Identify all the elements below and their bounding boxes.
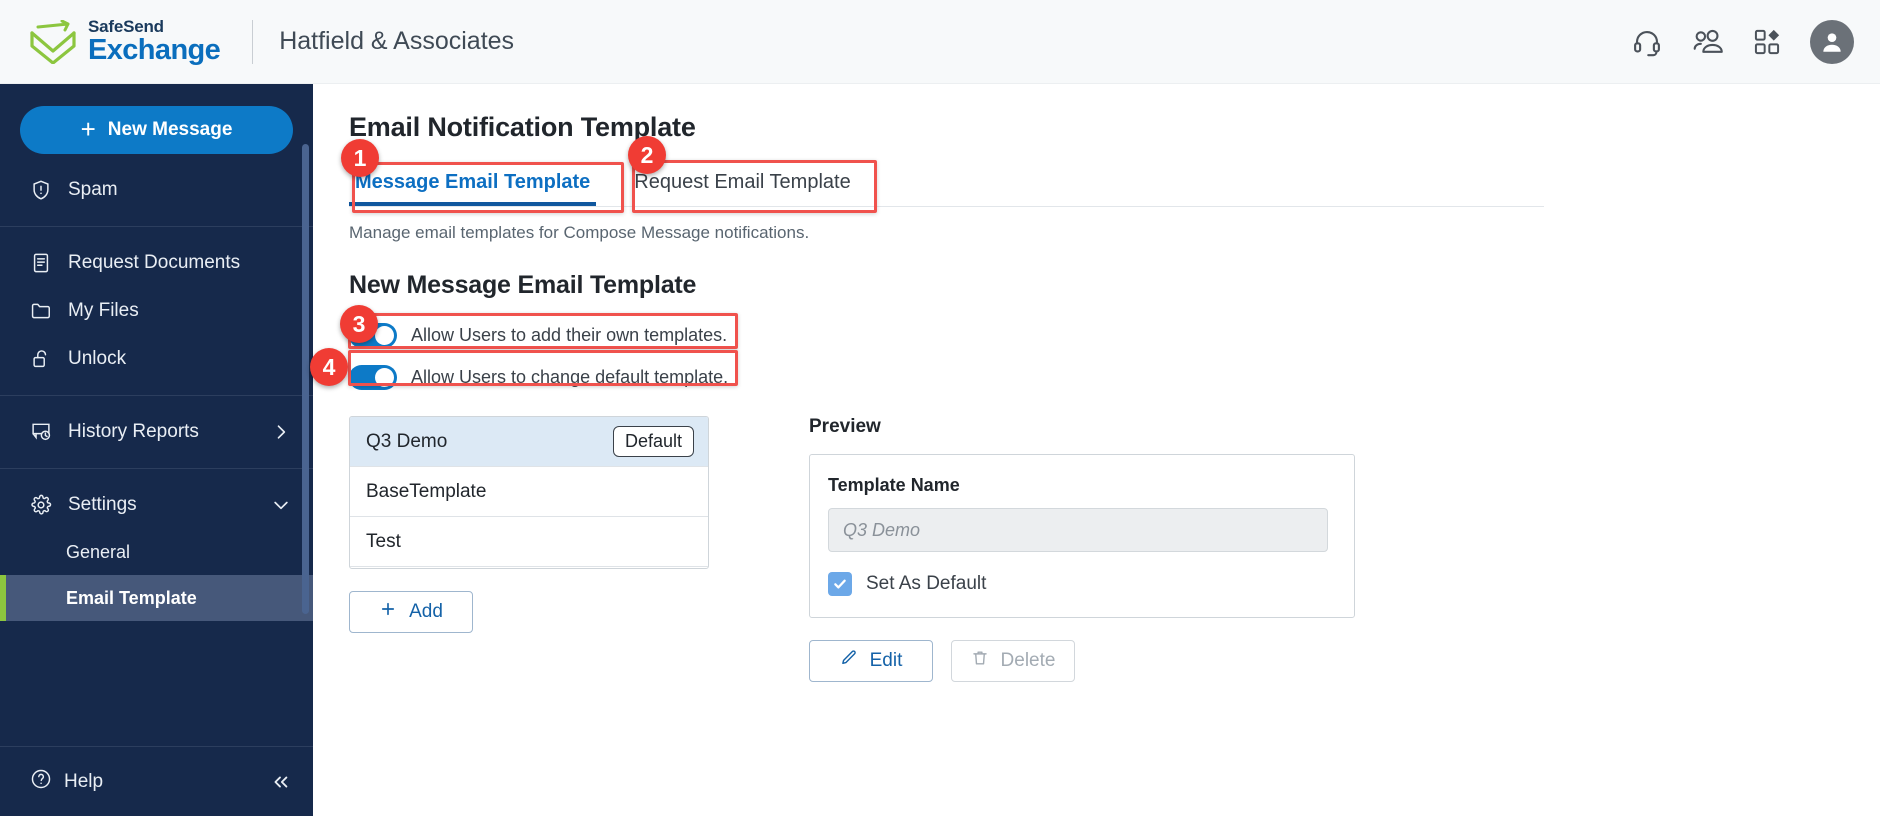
toggle-row-change-default-template: Allow Users to change default template. — [349, 360, 1880, 394]
sidebar-item-label: My Files — [68, 300, 139, 321]
sidebar-item-history-reports[interactable]: History Reports — [0, 408, 313, 456]
brand-logo[interactable]: SafeSend Exchange — [0, 17, 221, 66]
sidebar-help-label: Help — [64, 770, 104, 792]
apps-grid-icon[interactable] — [1750, 25, 1784, 59]
left-sidebar: + New Message Spam Request Documents My … — [0, 84, 313, 816]
preview-title: Preview — [809, 416, 881, 437]
header-actions — [1630, 19, 1880, 64]
headset-icon[interactable] — [1630, 25, 1664, 59]
header-divider — [252, 19, 254, 64]
chevron-down-icon[interactable] — [271, 495, 291, 515]
template-name: Q3 Demo — [366, 430, 448, 452]
new-message-wrap: + New Message — [0, 84, 313, 154]
sidebar-subitem-label: General — [66, 541, 131, 562]
tab-label: Request Email Template — [634, 171, 851, 193]
template-tabs: Message Email Template Request Email Tem… — [349, 161, 1880, 206]
edit-template-button[interactable]: Edit — [809, 640, 933, 682]
plus-icon — [379, 600, 397, 624]
sidebar-item-help[interactable]: Help — [0, 746, 313, 816]
toggle-allow-add-own-templates[interactable] — [349, 322, 397, 348]
logo-text-safesend: SafeSend — [88, 17, 164, 36]
sidebar-scrollbar[interactable] — [302, 144, 309, 614]
sidebar-item-label: Request Documents — [68, 252, 241, 273]
safesend-envelope-icon — [30, 19, 76, 64]
nav-group-files: Request Documents My Files Unlock — [0, 227, 313, 395]
add-button-label: Add — [409, 601, 443, 622]
preview-panel: Template Name Q3 Demo Set As Default — [809, 454, 1355, 618]
template-list-column: Q3 Demo Default BaseTemplate Test Add — [349, 416, 709, 682]
help-circle-icon — [30, 768, 52, 795]
sidebar-item-label: Spam — [68, 179, 118, 200]
tab-message-email-template[interactable]: Message Email Template — [349, 161, 597, 206]
main-content: Email Notification Template Message Emai… — [313, 84, 1880, 816]
sidebar-item-request-documents[interactable]: Request Documents — [0, 239, 313, 287]
content-columns: Q3 Demo Default BaseTemplate Test Add Pr… — [349, 416, 1880, 682]
new-message-button[interactable]: + New Message — [20, 106, 293, 154]
sidebar-item-general[interactable]: General — [0, 529, 313, 575]
delete-template-button[interactable]: Delete — [951, 640, 1075, 682]
tab-description: Manage email templates for Compose Messa… — [349, 223, 810, 242]
user-avatar-icon[interactable] — [1810, 19, 1854, 64]
set-as-default-label: Set As Default — [866, 573, 987, 594]
sidebar-item-label: Unlock — [68, 348, 127, 369]
default-badge[interactable]: Default — [612, 426, 694, 457]
template-name: BaseTemplate — [366, 480, 487, 502]
template-list-actions: Add — [349, 591, 709, 633]
shield-alert-icon — [30, 179, 56, 201]
trash-icon — [971, 649, 989, 673]
sidebar-subitem-label: Email Template — [66, 587, 197, 608]
nav-group-settings: Settings General Email Template — [0, 469, 313, 633]
document-icon — [30, 252, 56, 274]
gear-icon — [30, 494, 56, 516]
settings-toggles: Allow Users to add their own templates. … — [349, 318, 1880, 394]
edit-button-label: Edit — [869, 650, 903, 671]
folder-icon — [30, 300, 56, 322]
sidebar-item-email-template[interactable]: Email Template — [0, 575, 313, 621]
sidebar-item-label: History Reports — [68, 421, 199, 442]
list-item[interactable]: Q3 Demo Default — [350, 417, 708, 467]
page-title: Email Notification Template — [349, 112, 696, 142]
list-item[interactable]: BaseTemplate — [350, 467, 708, 517]
toggle-allow-change-default-template[interactable] — [349, 364, 397, 390]
set-as-default-checkbox[interactable] — [828, 572, 852, 596]
preview-column: Preview Template Name Q3 Demo Set As Def… — [809, 416, 1355, 682]
toggle-knob — [375, 325, 394, 345]
app-root: SafeSend Exchange Hatfield & Associates — [0, 0, 1880, 816]
nav-group-spam: Spam — [0, 154, 313, 226]
toggle-label: Allow Users to add their own templates. — [411, 324, 728, 345]
toggle-label: Allow Users to change default template. — [411, 366, 729, 387]
logo-text-exchange: Exchange — [88, 34, 221, 66]
tabs-bottom-rule — [349, 206, 1544, 207]
nav-group-history: History Reports — [0, 396, 313, 468]
organization-name: Hatfield & Associates — [279, 27, 515, 55]
unlock-icon — [30, 348, 56, 370]
delete-button-label: Delete — [1000, 650, 1056, 671]
chevron-right-icon[interactable] — [271, 422, 291, 442]
add-template-button[interactable]: Add — [349, 591, 473, 633]
sidebar-item-my-files[interactable]: My Files — [0, 287, 313, 335]
sidebar-item-label: Settings — [68, 494, 137, 515]
top-header-bar: SafeSend Exchange Hatfield & Associates — [0, 0, 1880, 84]
set-as-default-row: Set As Default — [828, 572, 1336, 596]
chevrons-left-icon[interactable] — [269, 771, 291, 793]
template-name-input[interactable]: Q3 Demo — [828, 508, 1328, 552]
preview-actions: Edit Delete — [809, 640, 1355, 682]
history-report-icon — [30, 421, 56, 443]
template-name: Test — [366, 530, 401, 552]
contacts-icon[interactable] — [1690, 25, 1724, 59]
pencil-icon — [840, 649, 858, 673]
tab-request-email-template[interactable]: Request Email Template — [628, 161, 856, 206]
plus-icon: + — [80, 114, 96, 144]
list-item[interactable]: Test — [350, 517, 708, 567]
toggle-knob — [375, 367, 394, 387]
sidebar-item-spam[interactable]: Spam — [0, 166, 313, 214]
new-message-label: New Message — [107, 119, 233, 140]
template-name-label: Template Name — [828, 475, 960, 495]
template-list[interactable]: Q3 Demo Default BaseTemplate Test — [349, 416, 709, 569]
tab-label: Message Email Template — [355, 171, 591, 193]
toggle-row-add-own-templates: Allow Users to add their own templates. — [349, 318, 1880, 352]
section-title: New Message Email Template — [349, 271, 697, 299]
sidebar-item-unlock[interactable]: Unlock — [0, 335, 313, 383]
sidebar-item-settings[interactable]: Settings — [0, 481, 313, 529]
